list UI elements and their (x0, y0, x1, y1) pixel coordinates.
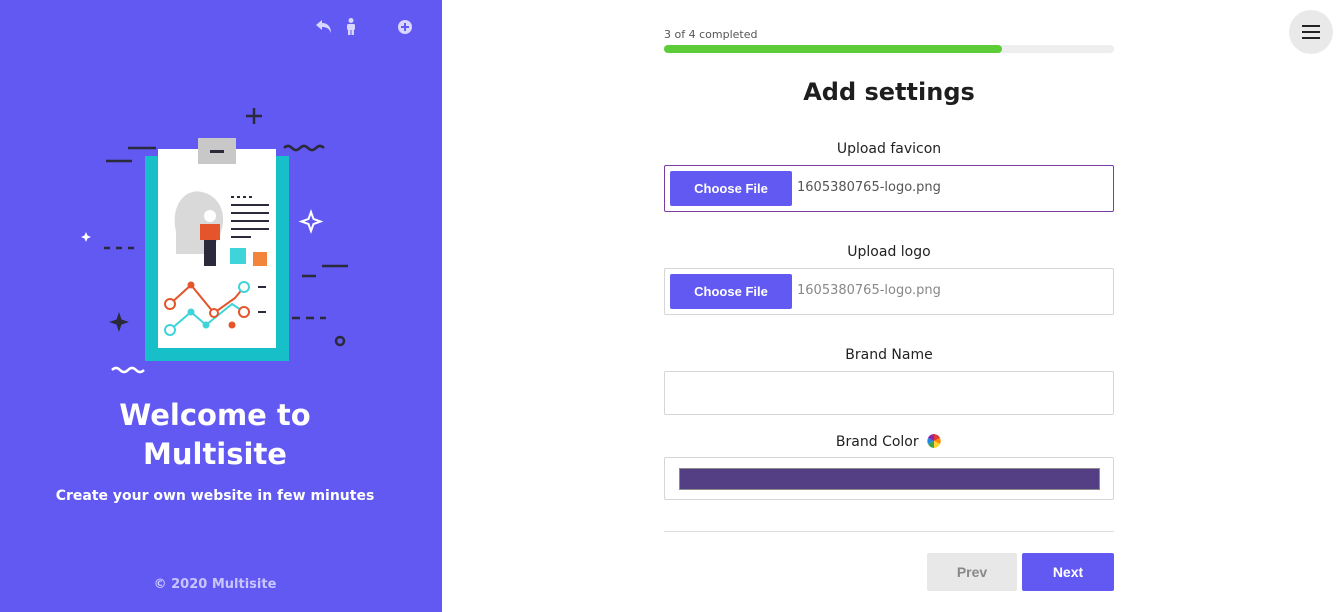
favicon-choose-file-button[interactable]: Choose File (670, 171, 792, 206)
favicon-file-input[interactable]: Choose File 1605380765-logo.png (664, 165, 1114, 212)
brand-color-input[interactable] (664, 457, 1114, 500)
favicon-label: Upload favicon (836, 141, 942, 157)
logo-file-input[interactable]: Choose File 1605380765-logo.png (664, 268, 1114, 315)
welcome-heading: Welcome to Multisite (0, 396, 430, 474)
sidebar-toolbar (314, 17, 415, 37)
welcome-line-2: Multisite (143, 437, 287, 471)
undo-icon[interactable] (314, 17, 334, 37)
welcome-panel: Welcome to Multisite Create your own web… (0, 0, 442, 612)
color-wheel-icon (927, 434, 941, 448)
tagline: Create your own website in few minutes (55, 488, 375, 504)
progress-bar (664, 45, 1114, 53)
plus-circle-icon[interactable] (395, 17, 415, 37)
logo-filename: 1605380765-logo.png (797, 283, 941, 298)
copyright: © 2020 Multisite (153, 577, 277, 592)
brand-color-label-row: Brand Color (664, 433, 1114, 450)
brand-color-label: Brand Color (835, 434, 919, 450)
next-button[interactable]: Next (1022, 553, 1114, 591)
menu-button[interactable] (1289, 10, 1333, 54)
logo-choose-file-button[interactable]: Choose File (670, 274, 792, 309)
brand-color-swatch[interactable] (679, 468, 1100, 490)
welcome-line-1: Welcome to (119, 398, 311, 432)
decor-plus-icon (246, 108, 262, 124)
clipboard-illustration (81, 108, 348, 374)
divider (664, 531, 1114, 532)
progress-text: 3 of 4 completed (664, 28, 758, 41)
favicon-filename: 1605380765-logo.png (797, 180, 941, 195)
accessibility-icon[interactable] (341, 17, 361, 37)
brand-name-label: Brand Name (845, 347, 933, 363)
page-title: Add settings (803, 78, 975, 106)
logo-label: Upload logo (847, 244, 931, 260)
progress-fill (664, 45, 1002, 53)
hamburger-icon (1302, 25, 1320, 39)
prev-button[interactable]: Prev (927, 553, 1017, 591)
brand-name-input[interactable] (664, 371, 1114, 415)
